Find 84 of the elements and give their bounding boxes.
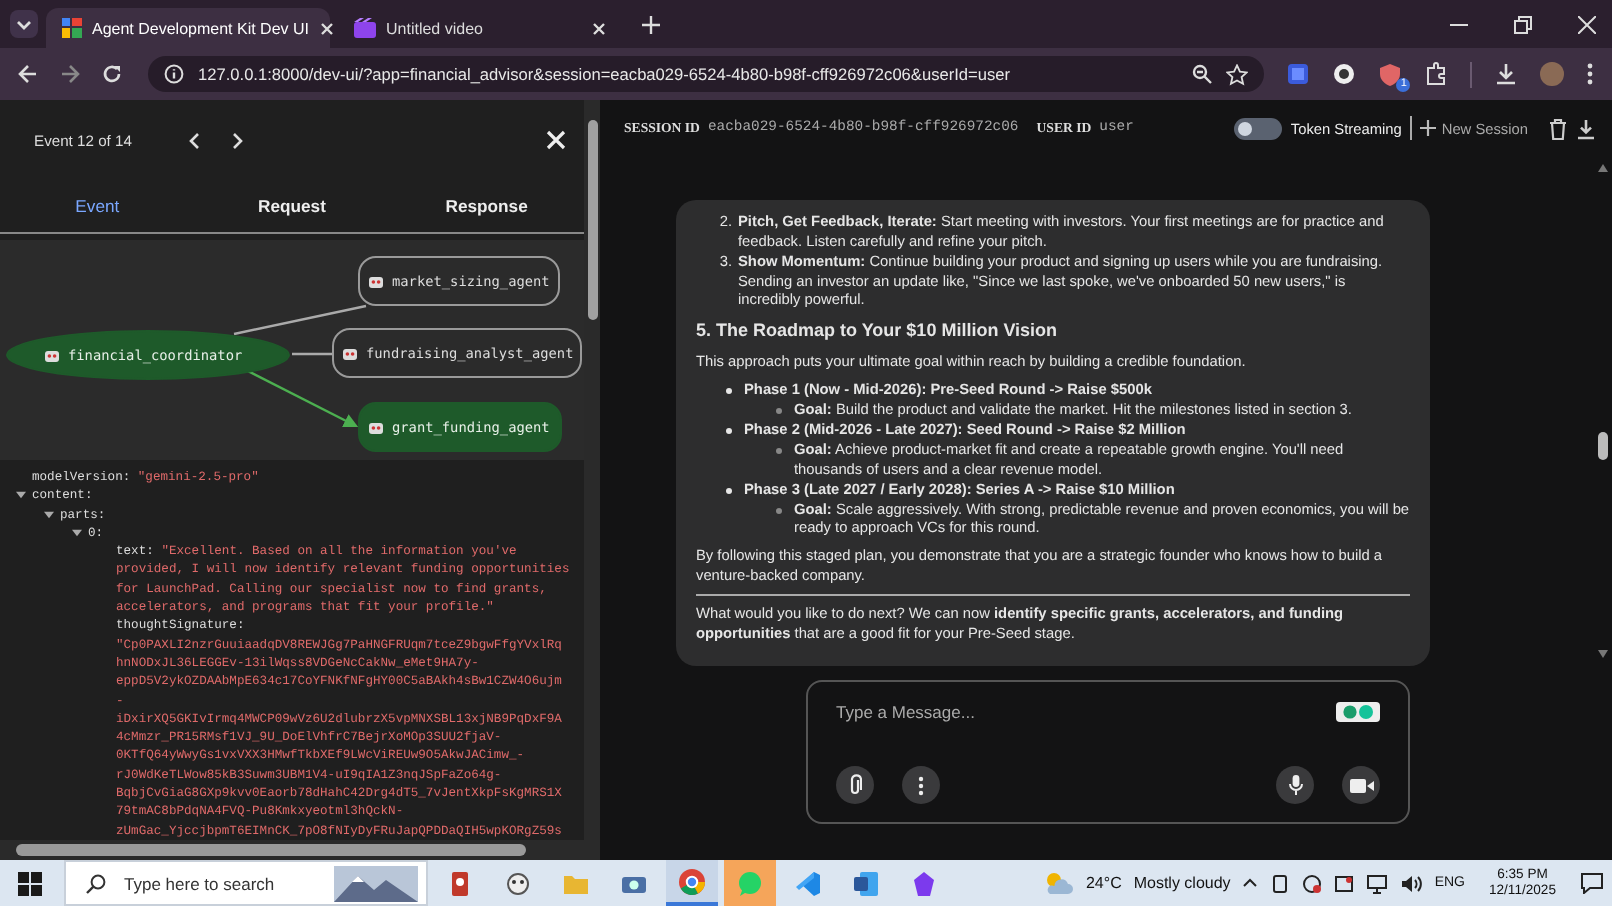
restore-icon[interactable]	[1514, 15, 1532, 33]
notification-icon[interactable]	[1580, 872, 1604, 894]
weather-cloud-icon	[1041, 871, 1074, 895]
tray-icon[interactable]	[1270, 873, 1291, 893]
app-icon	[678, 867, 706, 895]
extension-badge-icon	[1336, 702, 1380, 722]
chevron-up-icon[interactable]	[1242, 878, 1259, 888]
search-icon	[86, 873, 106, 893]
tray-icon[interactable]	[1334, 873, 1355, 893]
browser-tab[interactable]: Agent Development Kit Dev UI	[46, 8, 330, 48]
previous-icon[interactable]	[187, 131, 200, 149]
bullet-icon	[726, 487, 732, 494]
tray-icon[interactable]	[1302, 873, 1323, 893]
video-camera-icon	[1349, 777, 1373, 793]
video-button[interactable]	[1342, 766, 1380, 804]
attach-button[interactable]	[836, 766, 874, 804]
close-icon[interactable]	[319, 21, 333, 35]
bullet-icon	[726, 388, 732, 395]
taskbar-search-field[interactable]: Type here to search	[64, 860, 428, 906]
bullet-icon	[776, 408, 782, 415]
zoom-icon[interactable]	[1192, 64, 1213, 84]
puzzle-icon[interactable]	[1424, 62, 1449, 86]
scroll-down-icon[interactable]	[1598, 650, 1608, 658]
app-icon	[852, 869, 880, 897]
app-icon	[446, 869, 474, 897]
bullet-icon	[776, 447, 782, 454]
close-icon[interactable]	[592, 21, 606, 35]
download-icon[interactable]	[1494, 62, 1519, 86]
caret-icon[interactable]	[72, 527, 82, 538]
menu-icon[interactable]	[1586, 62, 1594, 86]
microphone-icon	[1287, 774, 1303, 796]
message-input[interactable]: Type a Message...	[806, 680, 1410, 824]
bullet-icon	[776, 507, 782, 514]
close-icon[interactable]	[546, 130, 566, 150]
vertical-scrollbar[interactable]	[584, 100, 600, 860]
caret-icon[interactable]	[16, 490, 26, 501]
panel-tab[interactable]: Event	[0, 180, 195, 232]
robot-icon	[368, 419, 384, 435]
caret-icon[interactable]	[44, 509, 54, 520]
new-tab-icon[interactable]	[642, 15, 660, 33]
extension-icon[interactable]	[1332, 62, 1357, 86]
taskbar-app[interactable]	[666, 860, 718, 906]
profile-avatar[interactable]	[1540, 62, 1564, 86]
forward-arrow-icon[interactable]	[60, 64, 80, 84]
speaker-icon[interactable]	[1400, 873, 1423, 893]
app-icon	[504, 869, 532, 897]
weather-condition: Mostly cloudy	[1133, 874, 1231, 892]
reload-icon[interactable]	[102, 64, 122, 84]
microphone-button[interactable]	[1276, 766, 1314, 804]
site-info-icon[interactable]	[164, 64, 184, 84]
bullet-icon	[726, 427, 732, 434]
back-arrow-icon[interactable]	[18, 64, 38, 84]
robot-icon	[44, 347, 60, 363]
section-heading: 5. The Roadmap to Your $10 Million Vision	[696, 322, 1060, 343]
address-bar[interactable]: 127.0.0.1:8000/dev-ui/?app=financial_advisor&session=eacba029-6524-4b80-b98f-cff926972c06&userId=user	[148, 56, 1265, 92]
app-icon	[910, 869, 938, 897]
more-options-button[interactable]	[902, 766, 940, 804]
close-icon[interactable]	[1578, 15, 1596, 33]
more-icon	[918, 775, 924, 795]
panel-tab[interactable]: Request	[194, 180, 390, 232]
next-icon[interactable]	[231, 131, 244, 149]
mountain-illustration	[334, 865, 418, 901]
app-icon	[736, 869, 764, 897]
download-icon[interactable]	[1576, 117, 1596, 139]
trash-icon[interactable]	[1548, 117, 1568, 139]
app-logo-icon	[62, 18, 82, 38]
scrollbar-thumb[interactable]	[1598, 432, 1608, 460]
paperclip-icon	[848, 774, 862, 796]
chevron-down-icon	[16, 19, 32, 29]
horizontal-scrollbar[interactable]	[0, 840, 584, 860]
clapperboard-icon	[354, 18, 376, 38]
toggle-switch[interactable]	[1234, 117, 1283, 139]
windows-start-icon[interactable]	[18, 871, 42, 895]
network-icon[interactable]	[1366, 873, 1389, 893]
browser-tab[interactable]: Untitled video	[338, 8, 622, 48]
plus-icon	[1419, 120, 1436, 136]
panel-tab[interactable]: Response	[389, 180, 584, 232]
app-icon	[794, 869, 822, 897]
robot-icon	[342, 345, 358, 361]
temperature: 24°C	[1085, 874, 1122, 892]
star-icon[interactable]	[1226, 63, 1249, 85]
robot-icon	[368, 273, 384, 289]
tab-list-button[interactable]	[10, 10, 38, 38]
scroll-up-icon[interactable]	[1598, 164, 1608, 172]
